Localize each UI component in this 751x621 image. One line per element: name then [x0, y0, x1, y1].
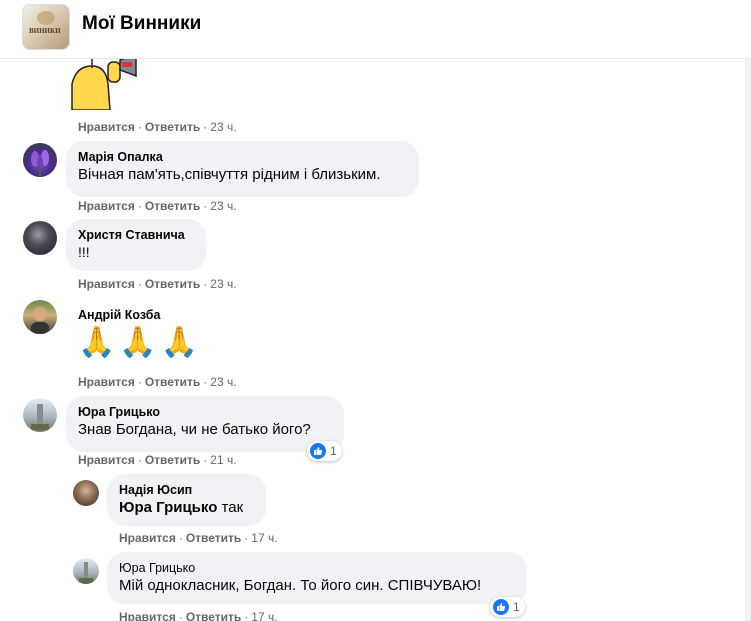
comment-actions: Нравится · Ответить · 23 ч.	[78, 276, 237, 292]
comment-actions: Нравится · Ответить · 23 ч.	[78, 198, 237, 214]
separator: ·	[203, 120, 208, 134]
comment-time[interactable]: 23 ч.	[210, 375, 236, 389]
monument-photo	[79, 562, 93, 584]
like-link[interactable]: Нравится	[78, 453, 135, 467]
comments-feed: Нравится · Ответить · 23 ч. Марія Опалка Віч…	[0, 58, 745, 621]
cartoon-sticker	[71, 58, 137, 110]
reaction-count[interactable]: 1	[307, 441, 342, 461]
comment-text: Знав Богдана, чи не батько його?	[78, 421, 311, 438]
comment-actions: Нравится · Ответить · 23 ч.	[78, 119, 237, 135]
group-header: ВИНИКИ Мої Винники	[0, 0, 751, 59]
reply-link[interactable]: Ответить	[186, 531, 241, 545]
avatar[interactable]	[73, 480, 99, 506]
reply-time[interactable]: 17 ч.	[251, 610, 277, 621]
separator: ·	[137, 375, 142, 389]
comment-time[interactable]: 23 ч.	[210, 199, 236, 213]
like-link[interactable]: Нравится	[78, 120, 135, 134]
avatar[interactable]	[73, 558, 99, 584]
reply-author[interactable]: Юра Грицько	[119, 560, 515, 576]
separator: ·	[203, 375, 208, 389]
comment-time[interactable]: 23 ч.	[210, 277, 236, 291]
reply-bubble: Юра Грицько Мій однокласник, Богдан. То …	[107, 552, 527, 604]
comment-time[interactable]: 23 ч.	[210, 120, 236, 134]
like-icon	[493, 599, 509, 615]
reply-actions: Нравится · Ответить · 17 ч.	[119, 609, 278, 621]
group-avatar-image	[37, 11, 55, 25]
separator: ·	[137, 120, 142, 134]
separator: ·	[244, 531, 249, 545]
comment-text: Вічная пам'ять,співчуття рідним і близьк…	[78, 166, 381, 183]
scrollbar[interactable]	[745, 58, 751, 621]
avatar[interactable]	[23, 398, 57, 432]
separator: ·	[203, 453, 208, 467]
separator: ·	[244, 610, 249, 621]
praying-hands-emoji: 🙏🙏🙏	[78, 326, 203, 359]
comment-actions: Нравится · Ответить · 23 ч.	[78, 374, 237, 390]
separator: ·	[203, 199, 208, 213]
separator: ·	[203, 277, 208, 291]
reaction-count[interactable]: 1	[490, 597, 525, 617]
avatar[interactable]	[23, 143, 57, 177]
avatar[interactable]	[23, 300, 57, 334]
crocus-photo	[31, 150, 49, 177]
separator: ·	[137, 277, 142, 291]
reply-bubble: Надія Юсип Юра Грицько так	[107, 474, 266, 526]
reaction-number: 1	[330, 444, 337, 458]
like-link[interactable]: Нравится	[78, 277, 135, 291]
like-link[interactable]: Нравится	[78, 199, 135, 213]
group-title[interactable]: Мої Винники	[82, 13, 201, 35]
monument-photo	[31, 404, 49, 430]
like-link[interactable]: Нравится	[119, 531, 176, 545]
separator: ·	[178, 610, 183, 621]
comment-bubble: Христя Ставнича !!!	[66, 219, 206, 271]
comment-author[interactable]: Христя Ставнича	[78, 227, 194, 243]
like-icon	[310, 443, 326, 459]
comment-author[interactable]: Марія Опалка	[78, 149, 407, 165]
reply-link[interactable]: Ответить	[145, 120, 200, 134]
like-link[interactable]: Нравится	[119, 610, 176, 621]
reaction-number: 1	[513, 600, 520, 614]
group-avatar[interactable]: ВИНИКИ	[22, 4, 70, 50]
separator: ·	[137, 453, 142, 467]
reply-text: так	[217, 499, 244, 516]
comment-author[interactable]: Юра Грицько	[78, 404, 332, 420]
avatar[interactable]	[23, 221, 57, 255]
group-avatar-logo-text: ВИНИКИ	[29, 27, 61, 35]
comment-time[interactable]: 21 ч.	[210, 453, 236, 467]
comment-bubble: Юра Грицько Знав Богдана, чи не батько й…	[66, 396, 344, 452]
separator: ·	[178, 531, 183, 545]
mention-link[interactable]: Юра Грицько	[119, 499, 217, 516]
reply-link[interactable]: Ответить	[145, 199, 200, 213]
person-photo	[31, 307, 49, 334]
comment-author[interactable]: Андрій Козба	[78, 307, 160, 323]
reply-link[interactable]: Ответить	[145, 453, 200, 467]
reply-link[interactable]: Ответить	[186, 610, 241, 621]
comment-bubble: Марія Опалка Вічная пам'ять,співчуття рі…	[66, 141, 419, 197]
comment-actions: Нравится · Ответить · 21 ч.	[78, 452, 237, 468]
separator: ·	[137, 199, 142, 213]
like-link[interactable]: Нравится	[78, 375, 135, 389]
comment-text: !!!	[78, 244, 90, 260]
reply-time[interactable]: 17 ч.	[251, 531, 277, 545]
reply-link[interactable]: Ответить	[145, 375, 200, 389]
reply-text: Мій однокласник, Богдан. То його син. СП…	[119, 577, 482, 594]
reply-author[interactable]: Надія Юсип	[119, 482, 254, 498]
reply-link[interactable]: Ответить	[145, 277, 200, 291]
reply-actions: Нравится · Ответить · 17 ч.	[119, 530, 278, 546]
